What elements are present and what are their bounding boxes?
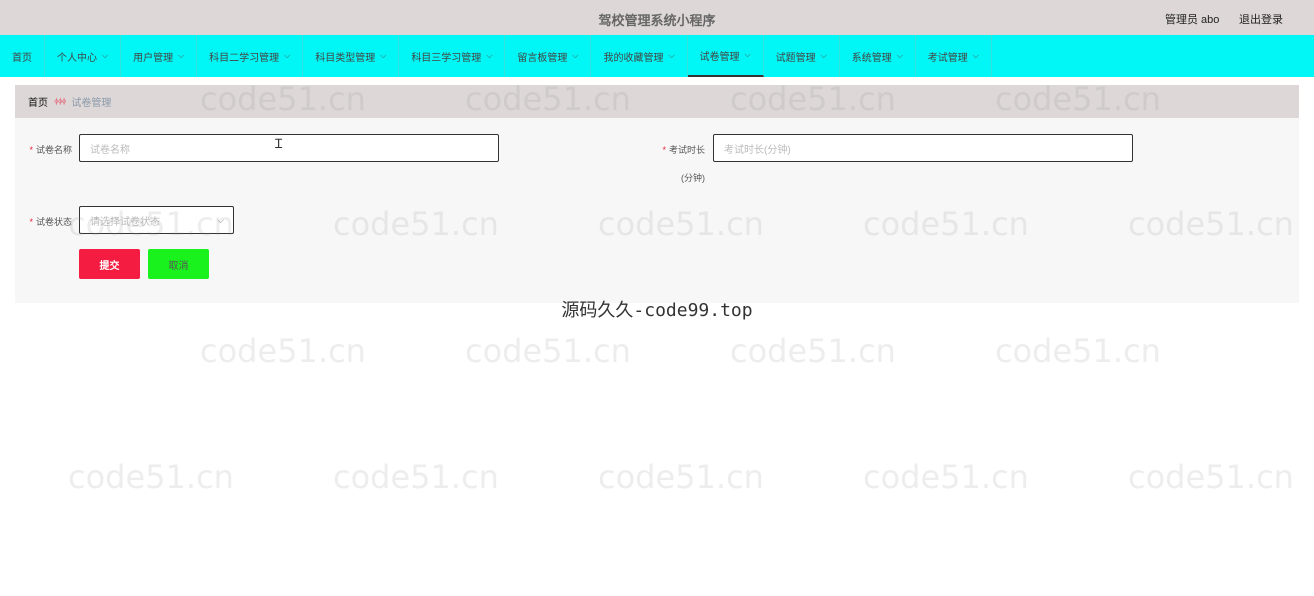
breadcrumb-separator: ᛄᛄᛄ — [54, 97, 66, 106]
chevron-down-icon: ⌵ — [380, 51, 387, 60]
nav-item-label: 系统管理 — [851, 52, 892, 64]
top-header: 驾校管理系统小程序 管理员 abo 退出登录 — [0, 0, 1314, 35]
duration-unit-label: (分钟) — [681, 173, 705, 183]
watermark: code51.cn — [200, 332, 366, 370]
text-cursor-icon: Ɪ — [275, 136, 283, 151]
nav-item-label: 科目类型管理 — [315, 52, 376, 64]
duration-label: * 考试时长 — [662, 145, 705, 155]
breadcrumb-home[interactable]: 首页 — [28, 94, 48, 109]
duration-placeholder: 考试时长(分钟) — [724, 144, 791, 156]
nav-item-subject-type[interactable]: 科目类型管理 ⌵ — [303, 35, 400, 77]
chevron-down-icon: ⌵ — [486, 51, 493, 60]
nav-item-messages[interactable]: 留言板管理 ⌵ — [505, 35, 592, 77]
submit-button[interactable]: 提交 — [79, 249, 140, 279]
nav-item-exams[interactable]: 考试管理 ⌵ — [916, 35, 992, 77]
footer-text: 源码久久-code99.top — [561, 300, 753, 321]
chevron-down-icon: ⌵ — [668, 51, 675, 60]
nav-item-label: 个人中心 — [57, 52, 97, 64]
chevron-down-icon: ⌵ — [896, 51, 903, 60]
nav-item-users[interactable]: 用户管理 ⌵ — [121, 35, 198, 77]
nav-item-profile[interactable]: 个人中心 ⌵ — [45, 35, 122, 77]
nav-item-subject3[interactable]: 科目三学习管理 ⌵ — [399, 35, 506, 77]
logout-link[interactable]: 退出登录 — [1239, 11, 1283, 27]
nav-item-questions[interactable]: 试题管理 ⌵ — [764, 35, 840, 77]
nav-item-favorites[interactable]: 我的收藏管理 ⌵ — [591, 35, 688, 77]
nav-item-label: 试卷管理 — [699, 51, 740, 63]
breadcrumb: 首页 ᛄᛄᛄ 试卷管理 — [15, 85, 1299, 118]
chevron-down-icon: ⌵ — [820, 51, 827, 60]
paper-name-placeholder: 试卷名称 — [90, 144, 130, 156]
nav-item-label: 首页 — [12, 52, 32, 64]
cancel-button[interactable]: 取消 — [148, 249, 209, 279]
chevron-down-icon: ⌵ — [572, 51, 579, 60]
chevron-down-icon: ⌵ — [744, 50, 751, 59]
app-title: 驾校管理系统小程序 — [598, 13, 716, 28]
required-marker: * — [29, 217, 33, 227]
nav-item-label: 科目二学习管理 — [209, 52, 280, 64]
nav-item-label: 留言板管理 — [517, 52, 568, 64]
nav-item-label: 科目三学习管理 — [411, 52, 482, 64]
watermark: code51.cn — [863, 458, 1029, 496]
nav-item-label: 试题管理 — [775, 52, 816, 64]
nav-item-label: 用户管理 — [133, 52, 174, 64]
nav-item-system[interactable]: 系统管理 ⌵ — [840, 35, 916, 77]
watermark: code51.cn — [995, 332, 1161, 370]
main-nav: 首页 个人中心 ⌵ 用户管理 ⌵ 科目二学习管理 ⌵ 科目类型管理 ⌵ 科目三学习管理 ⌵… — [0, 35, 1314, 77]
paper-name-label: * 试卷名称 — [29, 145, 72, 155]
current-user-label: 管理员 abo — [1165, 14, 1220, 26]
chevron-down-icon: ⌵ — [217, 215, 224, 225]
nav-item-exam-papers[interactable]: 试卷管理 ⌵ — [687, 35, 764, 77]
nav-item-home[interactable]: 首页 — [0, 35, 45, 77]
status-placeholder: 请选择试卷状态 — [90, 216, 160, 228]
watermark: code51.cn — [333, 458, 499, 496]
watermark: code51.cn — [1128, 458, 1294, 496]
watermark: code51.cn — [465, 332, 631, 370]
chevron-down-icon: ⌵ — [284, 51, 291, 60]
watermark: code51.cn — [598, 458, 764, 496]
required-marker: * — [29, 145, 33, 155]
chevron-down-icon: ⌵ — [178, 51, 185, 60]
watermark: code51.cn — [730, 332, 896, 370]
watermark: code51.cn — [68, 458, 234, 496]
chevron-down-icon: ⌵ — [972, 51, 979, 60]
duration-input[interactable]: 考试时长(分钟) — [713, 134, 1133, 162]
nav-item-label: 考试管理 — [927, 52, 968, 64]
required-marker: * — [662, 145, 666, 155]
status-select[interactable]: 请选择试卷状态 ⌵ — [79, 206, 234, 234]
nav-item-label: 我的收藏管理 — [603, 52, 664, 64]
breadcrumb-current: 试卷管理 — [71, 98, 112, 109]
status-label: * 试卷状态 — [29, 217, 72, 227]
chevron-down-icon: ⌵ — [102, 51, 109, 60]
paper-name-input[interactable]: 试卷名称 — [79, 134, 499, 162]
nav-item-subject2[interactable]: 科目二学习管理 ⌵ — [197, 35, 304, 77]
